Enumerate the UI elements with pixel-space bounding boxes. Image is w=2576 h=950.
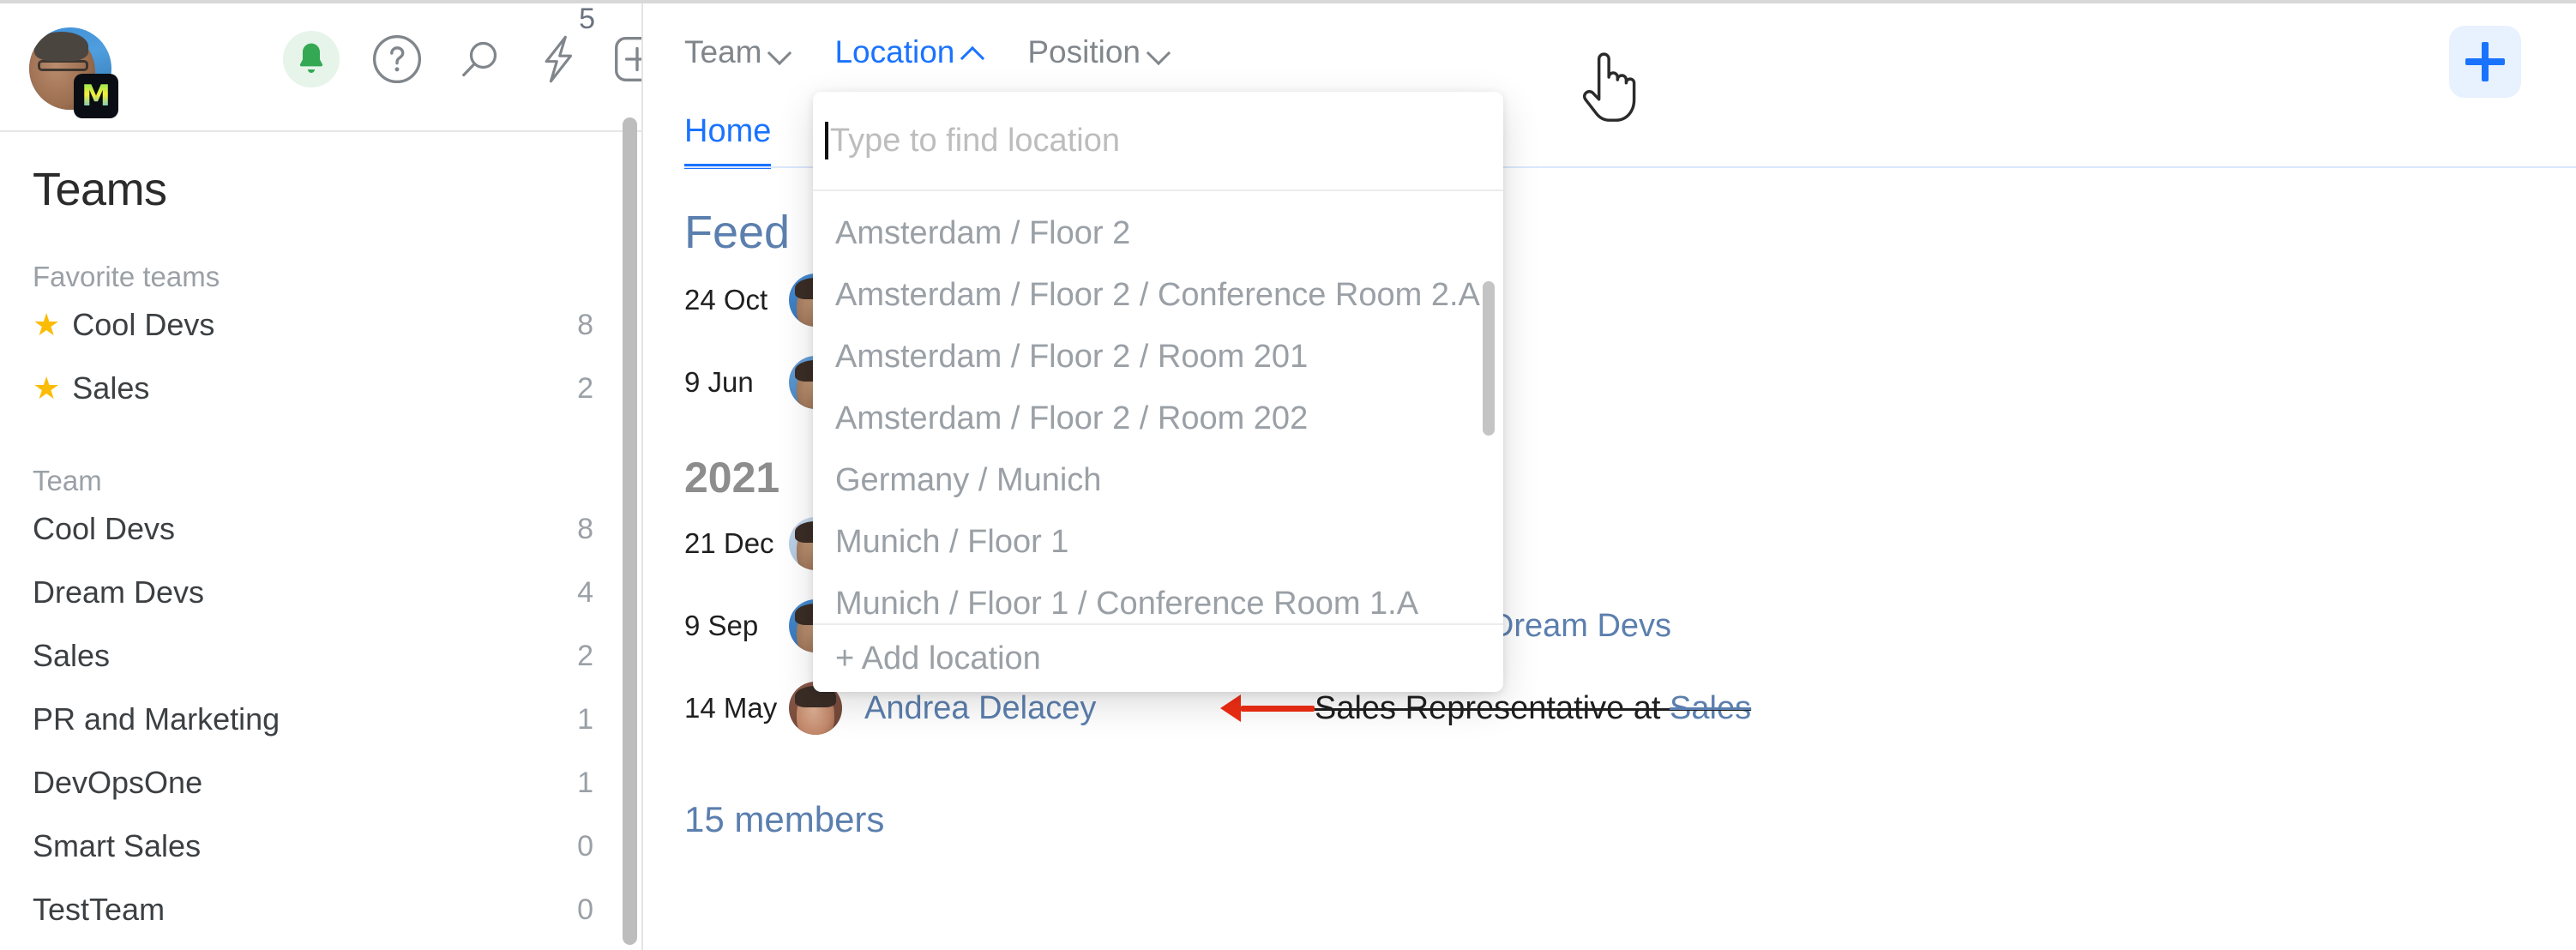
sidebar-item-count: 4 — [577, 576, 593, 610]
quick-actions-button[interactable]: 5 — [537, 33, 580, 86]
filter-group: Team Location Position — [684, 34, 1169, 70]
list-item[interactable]: Amsterdam / Floor 2 / Room 201 — [813, 326, 1503, 388]
add-button[interactable] — [2449, 26, 2521, 98]
sidebar-item-favorite-cool-devs[interactable]: ★ Cool Devs 8 — [0, 293, 643, 357]
row-team-link[interactable]: Sales — [1670, 690, 1751, 726]
sidebar-item-pr-and-marketing[interactable]: PR and Marketing 1 — [0, 688, 643, 751]
chevron-down-icon — [1150, 43, 1169, 62]
row-position-text: Sales Representative at Sales — [1315, 690, 1751, 727]
sidebar-item-sales[interactable]: Sales 2 — [0, 624, 643, 688]
members-link[interactable]: 15 members — [684, 799, 2576, 840]
list-item[interactable]: Munich / Floor 1 / Conference Room 1.A — [813, 573, 1503, 624]
row-position-prefix: Sales Representative at — [1315, 690, 1670, 726]
location-search-input[interactable] — [830, 123, 1486, 159]
sidebar-title: Teams — [33, 163, 643, 216]
list-item[interactable]: Germany / Munich — [813, 449, 1503, 511]
team-label: Team — [33, 465, 643, 497]
arrow-line — [1241, 706, 1315, 712]
sidebar-scrollbar[interactable] — [623, 117, 637, 945]
tab-bar: Home — [684, 113, 771, 169]
search-button[interactable] — [454, 33, 506, 85]
filter-location-label: Location — [834, 34, 954, 70]
main-panel: Team Location Position Home — [643, 3, 2576, 950]
sidebar-item-dream-devs[interactable]: Dream Devs 4 — [0, 561, 643, 624]
filter-team-label: Team — [684, 34, 761, 70]
favorite-teams-label: Favorite teams — [33, 261, 643, 293]
filter-position-label: Position — [1027, 34, 1141, 70]
filter-team[interactable]: Team — [684, 34, 790, 70]
sidebar-item-label: TestTeam — [33, 892, 577, 928]
arrow-left-icon — [1220, 694, 1315, 722]
sidebar-item-label: Cool Devs — [33, 511, 577, 547]
plus-icon-vertical — [2482, 42, 2489, 81]
glasses-icon — [38, 60, 89, 70]
sidebar-item-label: Smart Sales — [33, 828, 577, 864]
row-date: 14 May — [684, 692, 789, 725]
list-item[interactable]: Amsterdam / Floor 2 / Conference Room 2.… — [813, 264, 1503, 326]
sidebar-item-label: Cool Devs — [72, 307, 577, 343]
sidebar-item-count: 1 — [577, 767, 593, 800]
teams-sidebar: Teams Favorite teams ★ Cool Devs 8 ★ Sal… — [0, 134, 643, 950]
list-top-padding — [813, 191, 1503, 202]
arrow-head — [1220, 694, 1241, 722]
notifications-button[interactable] — [283, 31, 340, 87]
list-item[interactable]: Amsterdam / Floor 2 / Room 202 — [813, 388, 1503, 449]
chevron-down-icon — [771, 43, 790, 62]
chevron-up-icon — [964, 43, 983, 62]
left-header: M — [0, 3, 643, 132]
location-search-row[interactable] — [813, 92, 1503, 191]
star-icon: ★ — [33, 373, 60, 404]
location-option-list[interactable]: Amsterdam / Floor 2 Amsterdam / Floor 2 … — [813, 191, 1503, 624]
sidebar-item-count: 0 — [577, 830, 593, 863]
row-team-link[interactable]: Dream Devs — [1490, 608, 1671, 644]
header-icon-bar: 5 — [283, 31, 664, 87]
dropdown-scrollbar[interactable] — [1483, 281, 1495, 436]
bell-icon — [283, 31, 340, 87]
row-date: 24 Oct — [684, 284, 789, 316]
sidebar-item-count: 2 — [577, 640, 593, 673]
sidebar-item-count: 2 — [577, 372, 593, 406]
bolt-icon — [537, 33, 580, 86]
star-icon: ★ — [33, 310, 60, 340]
location-dropdown-panel: Amsterdam / Floor 2 Amsterdam / Floor 2 … — [813, 92, 1503, 692]
sidebar-item-count: 1 — [577, 703, 593, 737]
sidebar-item-label: DevOpsOne — [33, 765, 577, 801]
list-item[interactable]: Munich / Floor 1 — [813, 511, 1503, 573]
sidebar-item-cool-devs[interactable]: Cool Devs 8 — [0, 497, 643, 561]
row-person-name[interactable]: Andrea Delacey — [864, 690, 1220, 727]
sidebar-item-label: Dream Devs — [33, 574, 577, 610]
app-logo-letter: M — [81, 79, 111, 113]
filter-position[interactable]: Position — [1027, 34, 1169, 70]
app-logo-badge: M — [74, 74, 118, 118]
bell-glyph — [294, 40, 328, 78]
add-location-button[interactable]: + Add location — [813, 623, 1503, 692]
filter-location[interactable]: Location — [834, 34, 983, 70]
sidebar-item-smart-sales[interactable]: Smart Sales 0 — [0, 815, 643, 878]
sidebar-item-label: Sales — [33, 638, 577, 674]
sidebar-item-testteam[interactable]: TestTeam 0 — [0, 878, 643, 941]
search-icon — [454, 33, 506, 85]
row-date: 21 Dec — [684, 527, 789, 560]
sidebar-item-devopsone[interactable]: DevOpsOne 1 — [0, 751, 643, 815]
user-avatar[interactable]: M — [29, 27, 111, 110]
text-caret — [825, 122, 828, 159]
row-date: 9 Jun — [684, 366, 789, 399]
sidebar-item-count: 8 — [577, 513, 593, 546]
help-icon — [370, 33, 424, 86]
list-item[interactable]: Amsterdam / Floor 2 — [813, 202, 1503, 264]
sidebar-item-count: 0 — [577, 893, 593, 927]
sidebar-item-label: PR and Marketing — [33, 701, 577, 737]
tab-home[interactable]: Home — [684, 113, 771, 169]
sidebar-item-count: 8 — [577, 309, 593, 342]
row-date: 9 Sep — [684, 610, 789, 642]
help-button[interactable] — [370, 33, 424, 86]
app-root: M — [0, 0, 2576, 950]
sidebar-item-label: Sales — [72, 370, 577, 406]
left-column: M — [0, 3, 643, 950]
sidebar-item-favorite-sales[interactable]: ★ Sales 2 — [0, 357, 643, 420]
